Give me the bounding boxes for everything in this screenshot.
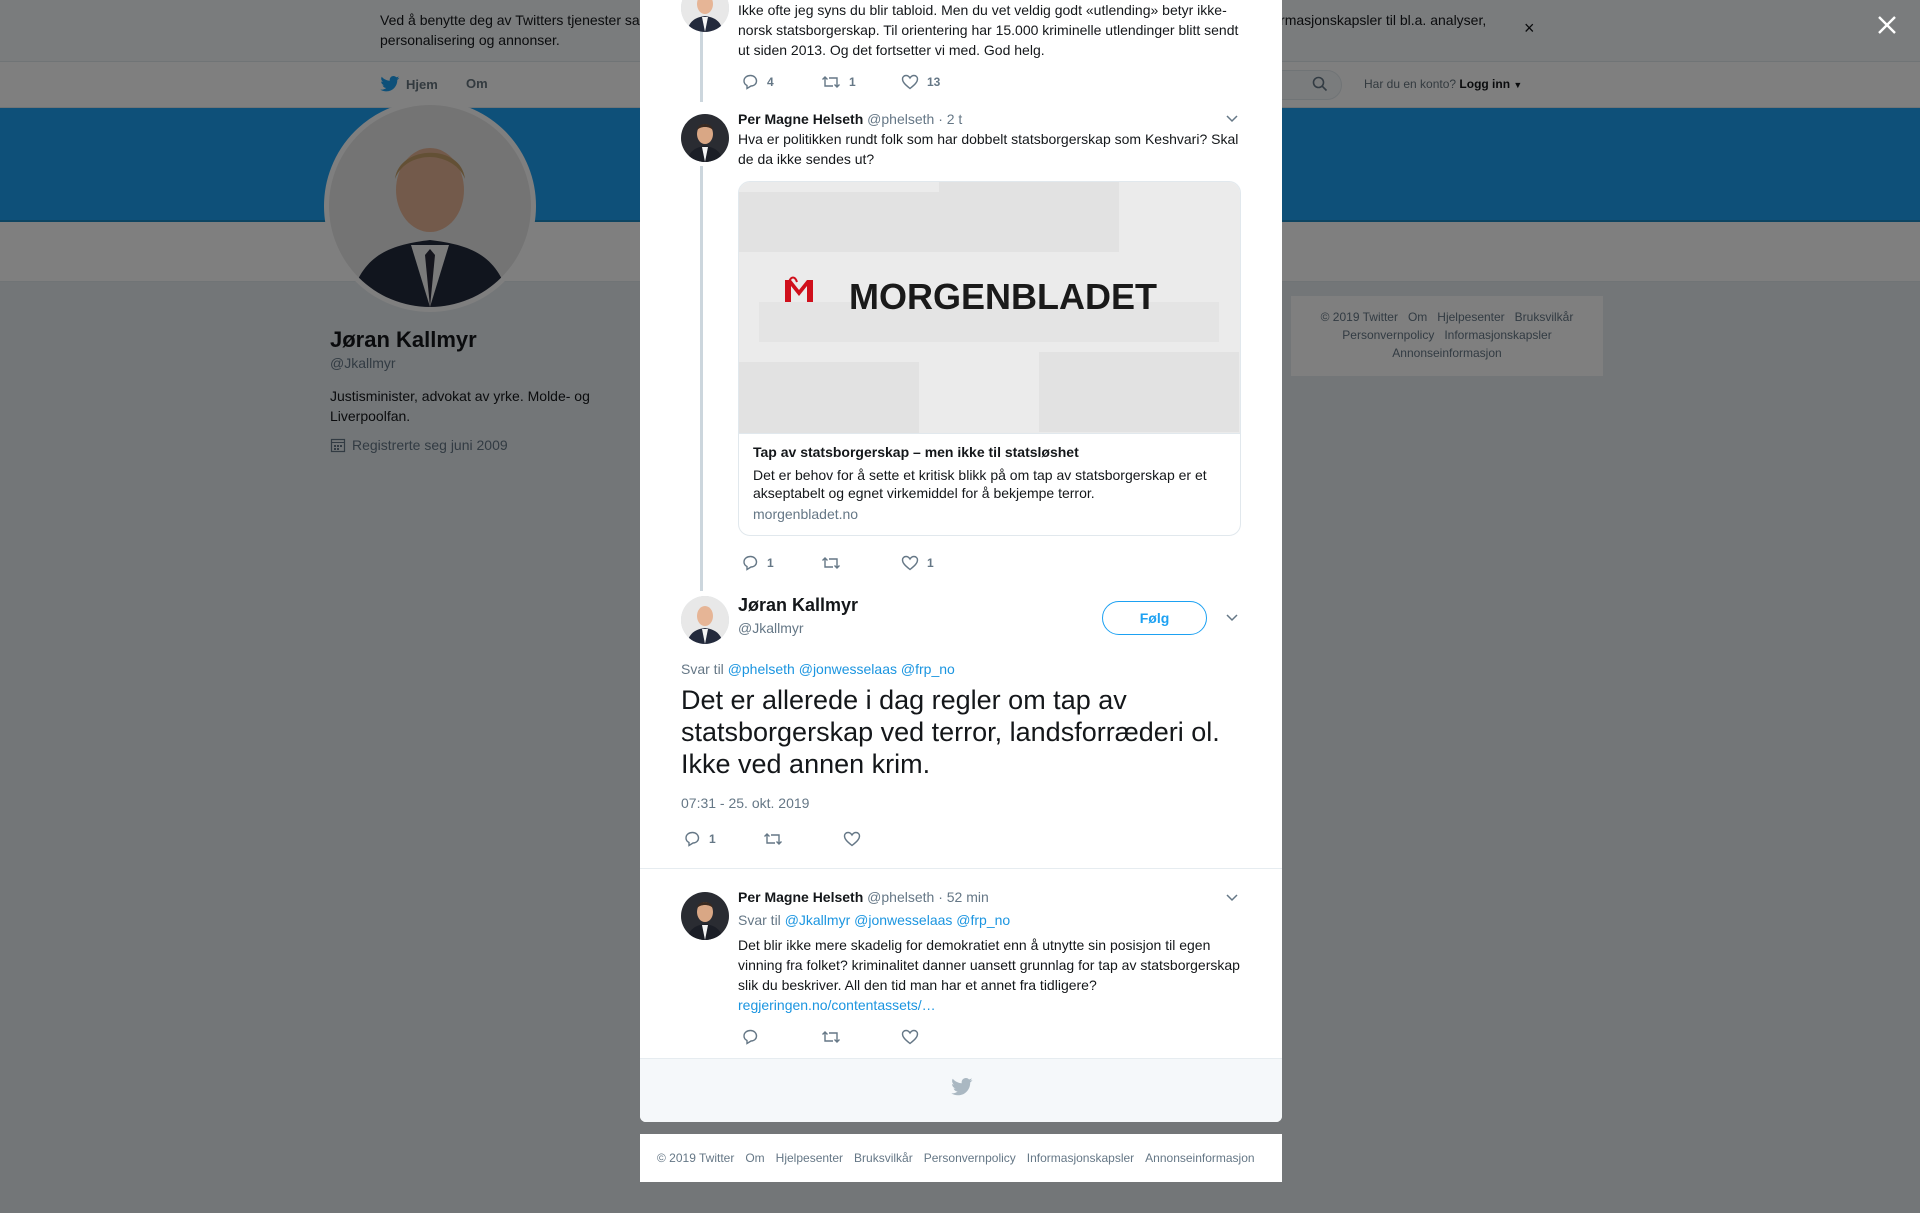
reply-count: 1 (767, 556, 774, 570)
follow-button[interactable]: Følg (1102, 601, 1207, 635)
chevron-down-icon[interactable] (1225, 893, 1239, 903)
footer-copyright: © 2019 Twitter (657, 1151, 735, 1165)
footer-link-help[interactable]: Hjelpesenter (776, 1151, 843, 1165)
tweet-text: Hva er politikken rundt folk som har dob… (738, 131, 1239, 167)
like-count: 13 (927, 75, 941, 89)
avatar[interactable] (681, 892, 729, 940)
like-count: 1 (927, 556, 934, 570)
reply-count: 4 (767, 75, 774, 89)
footer-link-cookies[interactable]: Informasjonskapsler (1027, 1151, 1134, 1165)
mention-link[interactable]: @frp_no (956, 912, 1010, 928)
modal-footer: © 2019 Twitter Om Hjelpesenter Bruksvilk… (640, 1134, 1282, 1182)
like-button[interactable] (843, 831, 923, 847)
tweet-header: Per Magne Helseth @phelseth · 2 t (738, 111, 962, 127)
retweet-icon (764, 833, 782, 845)
retweet-count: 1 (849, 75, 856, 89)
mention-link[interactable]: @jonwesselaas (799, 661, 897, 677)
author-name[interactable]: Per Magne Helseth (738, 889, 863, 905)
thread-line (700, 166, 703, 591)
retweet-button[interactable] (763, 831, 843, 847)
reply-button[interactable] (741, 1029, 821, 1045)
author-handle[interactable]: @phelseth (867, 111, 934, 127)
tweet-time[interactable]: · 2 t (938, 111, 962, 127)
retweet-icon (822, 1031, 840, 1043)
thread-line (700, 26, 703, 102)
footer-link-terms[interactable]: Bruksvilkår (854, 1151, 913, 1165)
retweet-button[interactable] (821, 1029, 901, 1045)
like-button[interactable]: 13 (901, 74, 981, 90)
reply-to: Svar til @phelseth @jonwesselaas @frp_no (681, 661, 955, 677)
reply-icon (685, 831, 700, 847)
tweet-actions: 4 1 13 (741, 74, 981, 90)
retweet-icon (822, 557, 840, 569)
reply-icon (743, 555, 758, 571)
reply-to: Svar til @Jkallmyr @jonwesselaas @frp_no (738, 912, 1010, 928)
close-icon[interactable] (1872, 10, 1902, 40)
reply-count: 1 (709, 832, 716, 846)
retweet-button[interactable] (821, 555, 901, 571)
tweet-actions: 1 (683, 831, 923, 847)
chevron-down-icon[interactable] (1225, 114, 1239, 124)
card-domain: morgenbladet.no (753, 506, 859, 522)
footer-link-privacy[interactable]: Personvernpolicy (924, 1151, 1016, 1165)
tweet-actions (741, 1029, 981, 1045)
twitter-bird-icon (951, 1078, 973, 1096)
link-card[interactable]: MORGENBLADET Tap av statsborgerskap – me… (738, 181, 1241, 536)
mention-link[interactable]: @frp_no (901, 661, 955, 677)
author-name[interactable]: Jøran Kallmyr (738, 595, 858, 616)
reply-button[interactable]: 1 (741, 555, 821, 571)
card-title: Tap av statsborgerskap – men ikke til st… (753, 444, 1079, 460)
reply-to-label: Svar til (738, 912, 781, 928)
reply-button[interactable]: 4 (741, 74, 821, 90)
author-handle[interactable]: @Jkallmyr (738, 620, 804, 636)
tweet-text: Det blir ikke mere skadelig for demokrat… (738, 935, 1243, 1015)
author-name[interactable]: Per Magne Helseth (738, 111, 863, 127)
card-image: MORGENBLADET (739, 182, 1240, 434)
tweet-header: Per Magne Helseth @phelseth · 52 min (738, 889, 989, 905)
retweet-button[interactable]: 1 (821, 74, 901, 90)
main-tweet-text: Det er allerede i dag regler om tap av s… (681, 685, 1220, 779)
like-button[interactable]: 1 (901, 555, 981, 571)
mention-link[interactable]: @Jkallmyr (785, 912, 851, 928)
reply-button[interactable]: 1 (683, 831, 763, 847)
reply-icon (743, 74, 758, 90)
divider (640, 868, 1282, 869)
footer-link-ads[interactable]: Annonseinformasjon (1145, 1151, 1254, 1165)
footer-link-about[interactable]: Om (745, 1151, 764, 1165)
retweet-icon (822, 76, 840, 88)
like-button[interactable] (901, 1029, 981, 1045)
mention-link[interactable]: @jonwesselaas (854, 912, 952, 928)
chevron-down-icon[interactable] (1225, 613, 1239, 623)
heart-icon (901, 1029, 919, 1045)
avatar[interactable] (681, 596, 729, 644)
heart-icon (901, 74, 919, 90)
reply-to-label: Svar til (681, 661, 724, 677)
card-logo-text: MORGENBLADET (849, 276, 1157, 317)
avatar[interactable] (681, 114, 729, 162)
tweet-link[interactable]: regjeringen.no/contentassets/… (738, 997, 936, 1013)
author-handle[interactable]: @phelseth (867, 889, 934, 905)
tweet-actions: 1 1 (741, 555, 981, 571)
tweet-text-body: Det blir ikke mere skadelig for demokrat… (738, 937, 1240, 993)
card-description: Det er behov for å sette et kritisk blik… (753, 467, 1207, 501)
tweet-time[interactable]: · 52 min (938, 889, 989, 905)
reply-icon (743, 1029, 758, 1045)
tweet-date[interactable]: 07:31 - 25. okt. 2019 (681, 795, 809, 811)
heart-icon (901, 555, 919, 571)
mention-link[interactable]: @phelseth (728, 661, 795, 677)
heart-icon (843, 831, 861, 847)
tweet-text: Ikke ofte jeg syns du blir tabloid. Men … (738, 2, 1239, 58)
